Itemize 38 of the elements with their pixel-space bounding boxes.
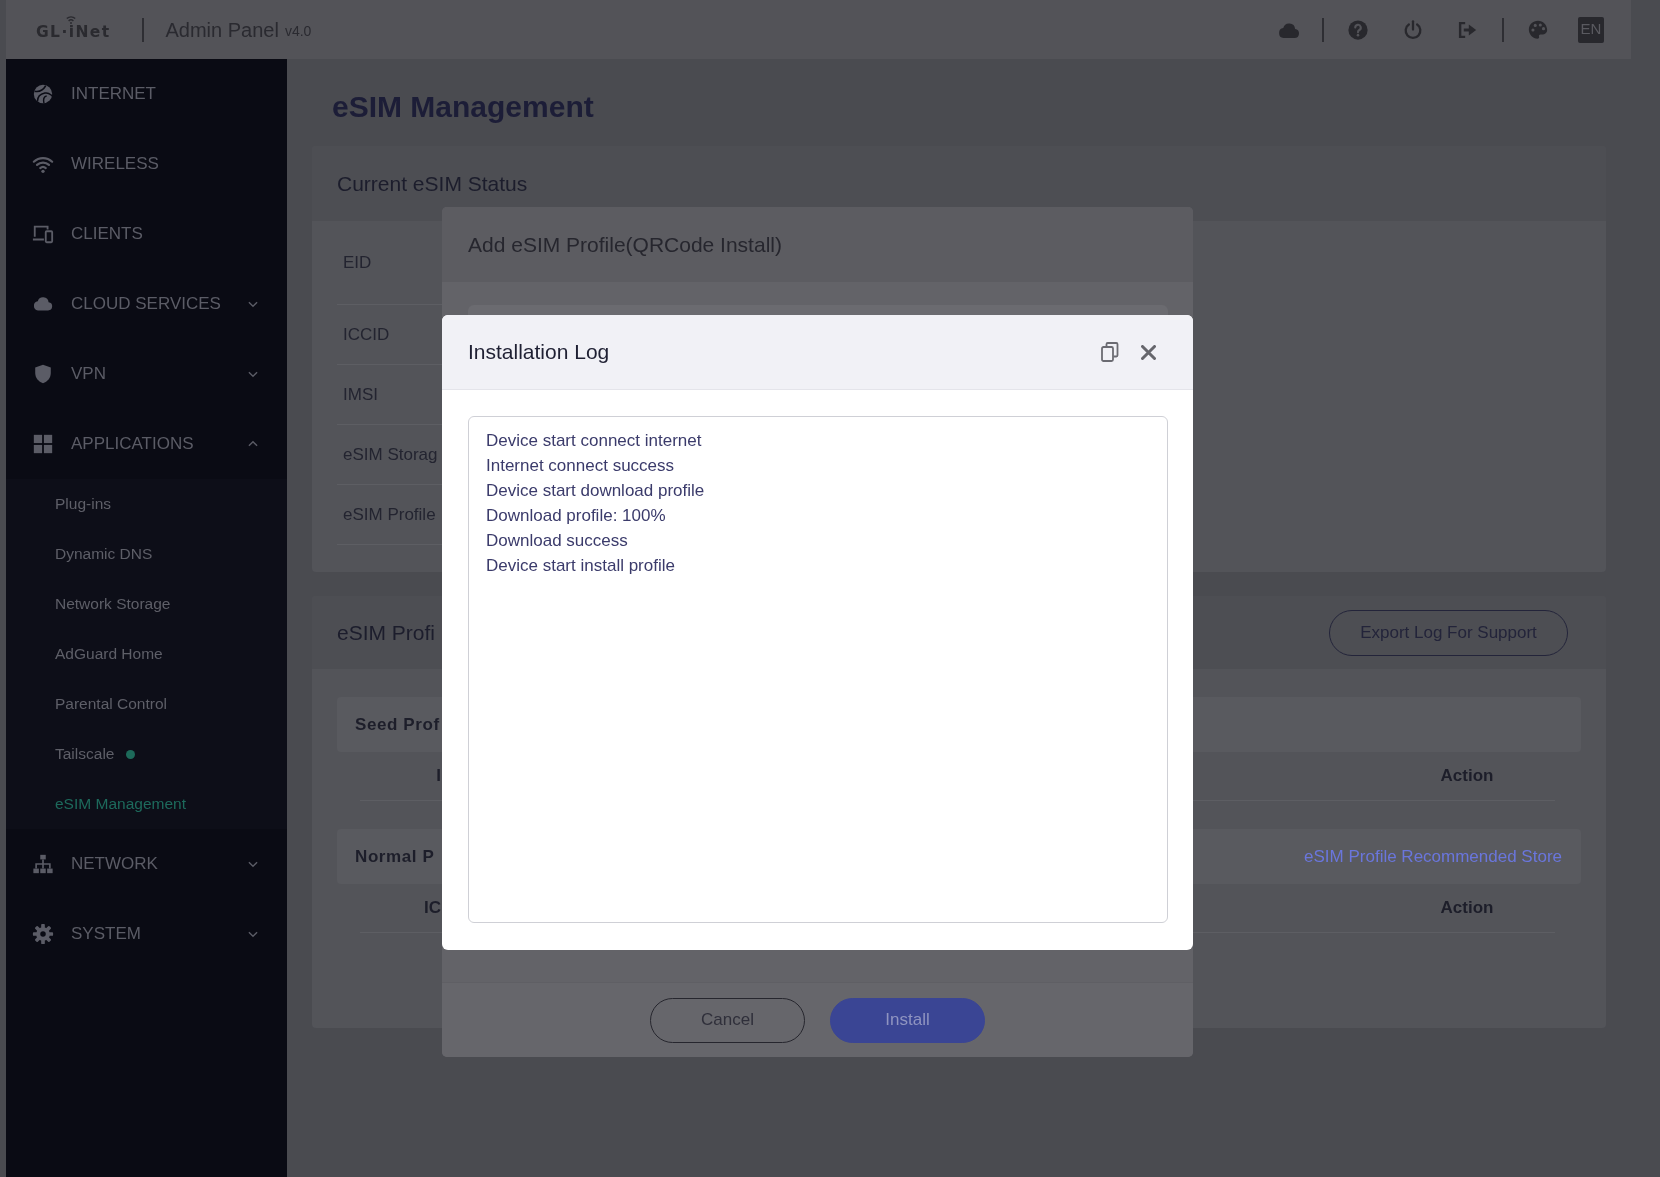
sidebar-item[interactable]: SYSTEM bbox=[6, 899, 287, 969]
globe-icon bbox=[32, 83, 54, 105]
sidebar-item[interactable]: CLIENTS bbox=[6, 199, 287, 269]
log-line: Device start install profile bbox=[486, 555, 675, 577]
devices-icon bbox=[32, 223, 54, 245]
submenu-item[interactable]: Parental Control bbox=[6, 679, 287, 729]
palette-icon[interactable] bbox=[1527, 18, 1549, 41]
power-icon[interactable] bbox=[1402, 18, 1424, 41]
copy-icon[interactable] bbox=[1101, 342, 1119, 362]
submenu-item[interactable]: eSIM Management bbox=[6, 779, 287, 829]
submenu-item[interactable]: Network Storage bbox=[6, 579, 287, 629]
grid-icon bbox=[32, 433, 54, 455]
log-line: Internet connect success bbox=[486, 455, 675, 477]
submenu-item[interactable]: Dynamic DNS bbox=[6, 529, 287, 579]
sidebar-item[interactable]: INTERNET bbox=[6, 59, 287, 129]
log-line: Device start connect internet bbox=[486, 430, 702, 452]
dialog-title: Installation Log bbox=[468, 339, 610, 366]
submenu-item[interactable]: AdGuard Home bbox=[6, 629, 287, 679]
close-icon[interactable] bbox=[1141, 344, 1156, 360]
sidebar-item[interactable]: APPLICATIONS bbox=[6, 409, 287, 479]
store-link[interactable]: eSIM Profile Recommended Store bbox=[1304, 843, 1562, 870]
sidebar-item[interactable]: NETWORK bbox=[6, 829, 287, 899]
section-title: Seed Prof bbox=[355, 713, 440, 736]
sidebar-item[interactable]: CLOUD SERVICES bbox=[6, 269, 287, 339]
log-line: Download success bbox=[486, 530, 628, 552]
log-line: Device start download profile bbox=[486, 480, 705, 502]
sidebar-item[interactable]: VPN bbox=[6, 339, 287, 409]
gear-icon bbox=[32, 923, 54, 945]
log-line: Download profile: 100% bbox=[486, 505, 666, 527]
submenu-item[interactable]: Plug-ins bbox=[6, 479, 287, 529]
section-title: Normal P bbox=[355, 845, 435, 868]
help-icon[interactable] bbox=[1347, 18, 1369, 41]
sidebar-item[interactable]: WIRELESS bbox=[6, 129, 287, 199]
signal-arcs-icon bbox=[66, 14, 77, 24]
shield-icon bbox=[32, 363, 54, 385]
network-icon bbox=[32, 853, 54, 875]
submenu-item[interactable]: Tailscale bbox=[6, 729, 287, 779]
install-button[interactable]: Install bbox=[830, 997, 985, 1043]
